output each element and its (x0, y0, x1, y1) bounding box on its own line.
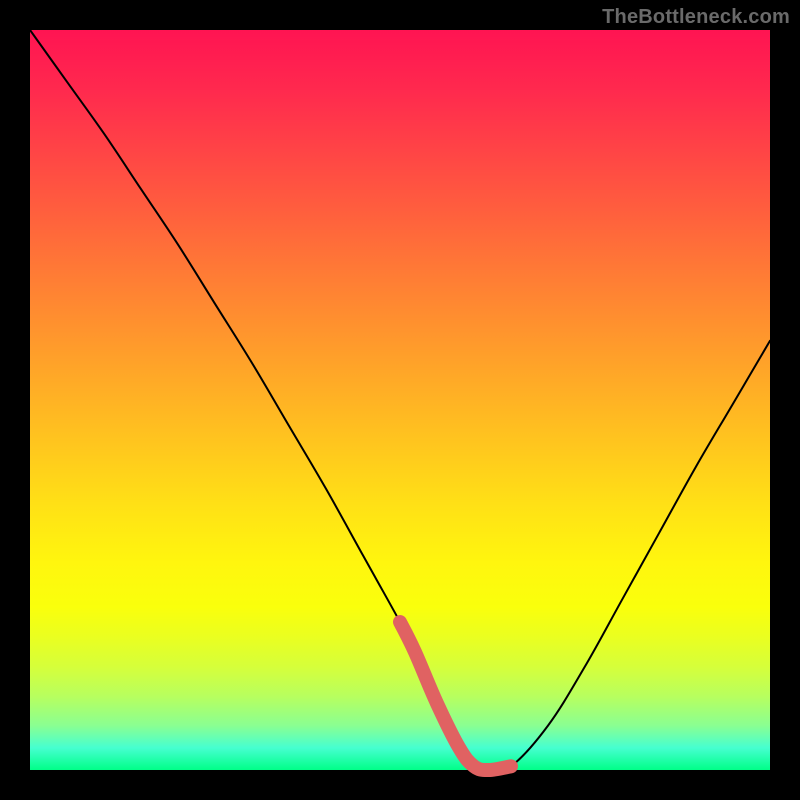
chart-frame: TheBottleneck.com (0, 0, 800, 800)
plot-area (30, 30, 770, 770)
bottleneck-curve (30, 30, 770, 771)
optimal-range-highlight (400, 622, 511, 770)
watermark-text: TheBottleneck.com (602, 6, 790, 29)
chart-svg (30, 30, 770, 770)
